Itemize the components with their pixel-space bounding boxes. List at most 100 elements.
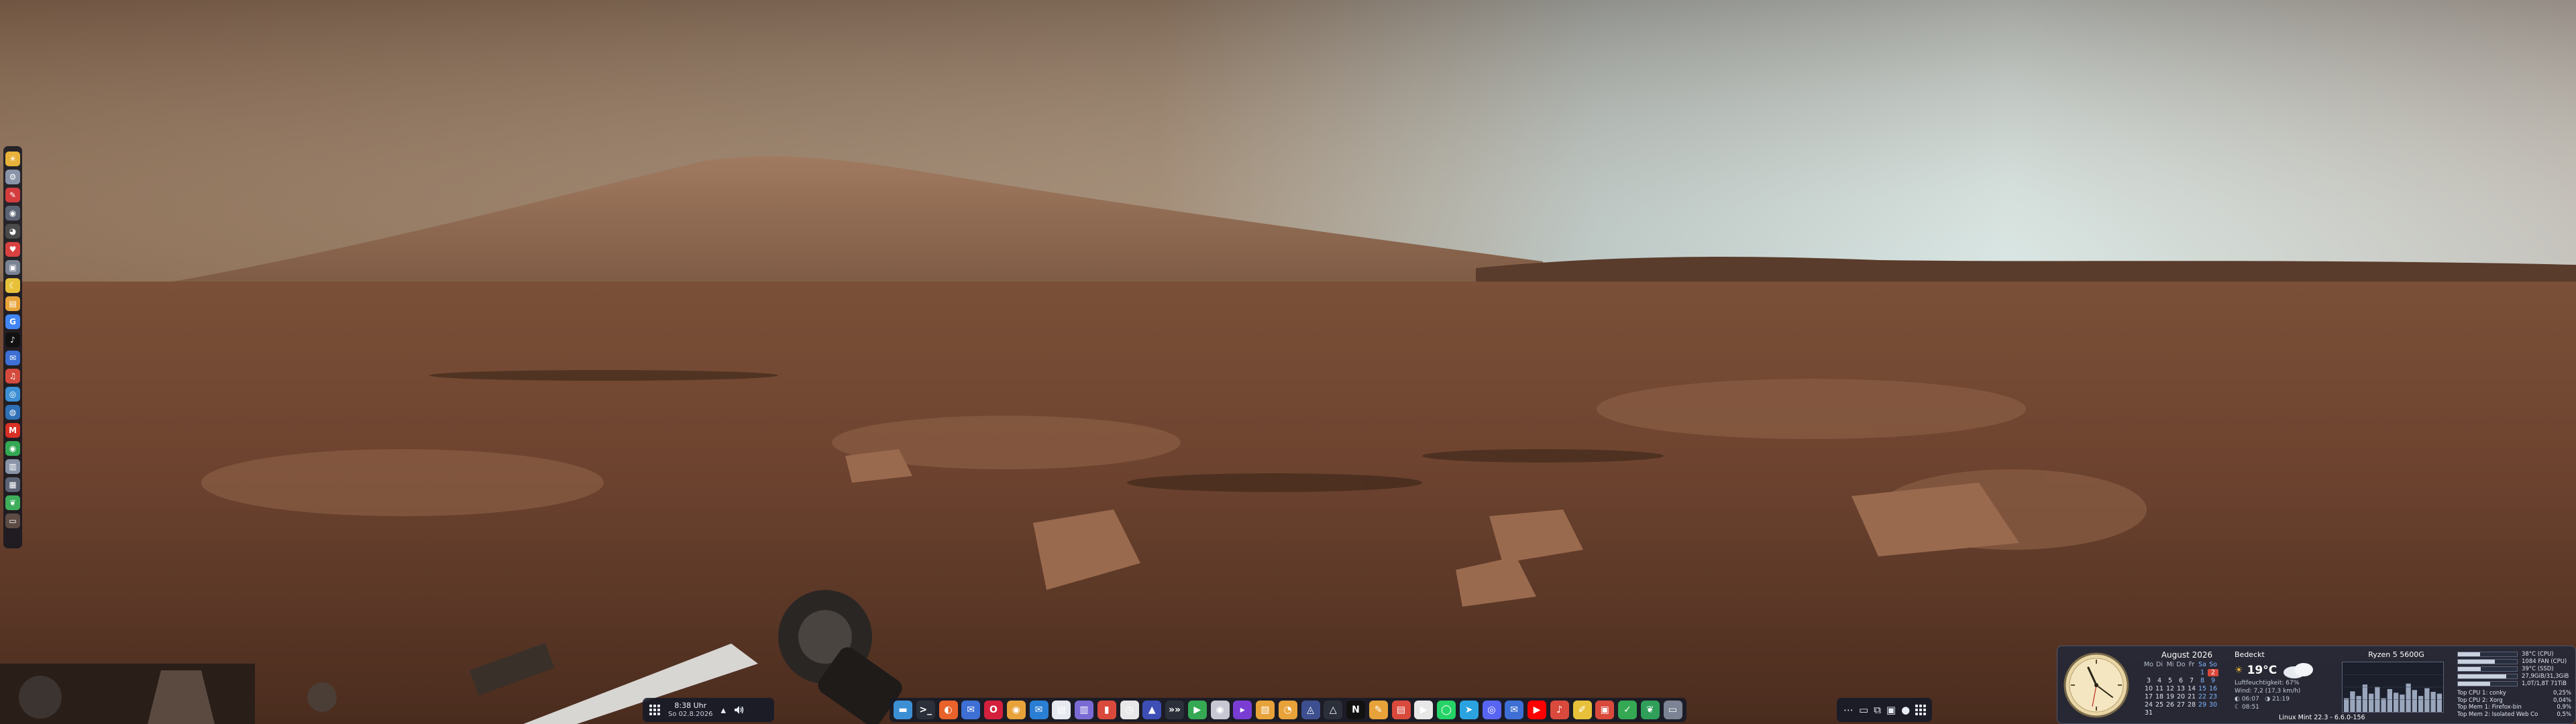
calendar-day[interactable] <box>2154 709 2165 717</box>
calendar-day[interactable] <box>2176 709 2186 717</box>
eye-icon[interactable]: ◉ <box>5 206 20 221</box>
calendar-day[interactable]: 17 <box>2143 693 2154 701</box>
play-store-icon[interactable]: ▶ <box>1187 701 1207 719</box>
browser-icon[interactable]: ◎ <box>5 387 20 402</box>
chrome-icon[interactable]: ◉ <box>1006 701 1026 719</box>
calendar-day[interactable]: 4 <box>2154 677 2165 684</box>
calendar-day[interactable]: 28 <box>2186 701 2197 709</box>
moon-icon[interactable]: ☾ <box>5 278 20 293</box>
calendar-day[interactable]: 24 <box>2143 701 2154 709</box>
calendar-day[interactable]: 22 <box>2197 693 2208 701</box>
leaf-icon[interactable]: ❦ <box>5 495 20 510</box>
video-icon[interactable]: ▶ <box>1414 701 1434 719</box>
youtube-icon[interactable]: ▶ <box>1527 701 1546 719</box>
calendar-day[interactable]: 19 <box>2165 693 2176 701</box>
calendar-day[interactable]: 30 <box>2208 701 2218 709</box>
triangle-icon[interactable]: △ <box>1324 701 1343 719</box>
reader-icon[interactable]: ▤ <box>1391 701 1411 719</box>
trash-icon[interactable]: ▭ <box>5 514 20 528</box>
chevron-up-icon[interactable]: ▴ <box>721 704 727 716</box>
calendar-day[interactable]: 15 <box>2197 685 2208 692</box>
server-icon[interactable]: ▦ <box>5 477 20 492</box>
app-red-icon[interactable]: ▮ <box>1097 701 1116 719</box>
calendar-day[interactable]: 10 <box>2143 685 2154 692</box>
media-icon[interactable]: ▸ <box>1233 701 1252 719</box>
more-icon[interactable]: ⋯ <box>1843 704 1854 716</box>
calendar-day[interactable]: 31 <box>2143 709 2154 717</box>
document-icon[interactable]: ▤ <box>1052 701 1071 719</box>
document-icon[interactable]: ▥ <box>5 459 20 474</box>
calendar-day[interactable]: 14 <box>2186 685 2197 692</box>
calendar-day[interactable] <box>2176 669 2186 676</box>
calendar-day[interactable] <box>2165 709 2176 717</box>
pencil-icon[interactable]: ✎ <box>1368 701 1388 719</box>
pen-icon[interactable]: ✎ <box>5 188 20 202</box>
player-icon[interactable]: ◉ <box>1210 701 1230 719</box>
speaker-icon[interactable]: ♪ <box>1550 701 1569 719</box>
notes-icon[interactable]: ▥ <box>1075 701 1093 719</box>
volume-icon[interactable] <box>734 705 745 715</box>
audio-icon[interactable]: ♫ <box>5 369 20 383</box>
power-icon[interactable]: ● <box>1901 704 1910 716</box>
calendar-day[interactable]: 23 <box>2208 693 2218 701</box>
calendar-day[interactable] <box>2154 669 2165 676</box>
calendar-day[interactable] <box>2186 709 2197 717</box>
window-list-icon[interactable]: ▭ <box>1859 704 1868 716</box>
whatsapp-icon[interactable]: ◯ <box>1437 701 1456 719</box>
calendar-day[interactable]: 2 <box>2208 669 2218 676</box>
discord-icon[interactable]: ◎ <box>1482 701 1501 719</box>
firefox-icon[interactable]: ◐ <box>938 701 958 719</box>
calendar-day[interactable]: 13 <box>2176 685 2186 692</box>
calendar-day[interactable]: 3 <box>2143 677 2154 684</box>
calendar-day[interactable]: 6 <box>2176 677 2186 684</box>
network-tree-icon[interactable]: ⧉ <box>1874 704 1881 716</box>
gmail-icon[interactable]: M <box>5 423 20 438</box>
calendar-day[interactable] <box>2197 709 2208 717</box>
pie-icon[interactable]: ◕ <box>5 224 20 239</box>
calendar-day[interactable]: 7 <box>2186 677 2197 684</box>
pen-tool-icon[interactable]: ✐ <box>1572 701 1592 719</box>
heart-icon[interactable]: ♥ <box>5 242 20 257</box>
calendar-day[interactable] <box>2186 669 2197 676</box>
apps-grid-icon[interactable] <box>1915 705 1927 715</box>
calendar-day[interactable] <box>2143 669 2154 676</box>
terminal-icon[interactable]: >_ <box>916 701 935 719</box>
calendar-day[interactable] <box>2165 669 2176 676</box>
opera-icon[interactable]: O <box>984 701 1003 719</box>
update-icon[interactable]: ◔ <box>1278 701 1297 719</box>
gift-icon[interactable]: ▣ <box>1595 701 1615 719</box>
taskbar-clock[interactable]: 8:38 Uhr So 02.8.2026 <box>668 701 713 719</box>
calendar-day[interactable]: 16 <box>2208 685 2218 692</box>
calendar-day[interactable]: 9 <box>2208 677 2218 684</box>
window-icon[interactable]: ▭ <box>1663 701 1682 719</box>
display-icon[interactable]: ▣ <box>5 260 20 275</box>
email-client-icon[interactable]: ✉ <box>961 701 981 719</box>
vpn-icon[interactable]: ▲ <box>1142 701 1162 719</box>
settings-gear-icon[interactable]: ⚙ <box>5 170 20 184</box>
calendar-day[interactable]: 18 <box>2154 693 2165 701</box>
check-icon[interactable]: ✓ <box>1618 701 1637 719</box>
mailbox-icon[interactable]: ✉ <box>1505 701 1524 719</box>
file-icon[interactable]: ▤ <box>5 296 20 311</box>
calendar-day[interactable]: 12 <box>2165 685 2176 692</box>
telegram-icon[interactable]: ➤ <box>1459 701 1479 719</box>
clock-icon[interactable]: ◷ <box>1120 701 1139 719</box>
display-icon[interactable]: ▣ <box>1886 704 1896 716</box>
calendar-day[interactable]: 5 <box>2165 677 2176 684</box>
calendar-day[interactable]: 29 <box>2197 701 2208 709</box>
network-icon[interactable]: ◬ <box>1301 701 1320 719</box>
apps-grid-icon[interactable] <box>649 705 660 715</box>
netflix-icon[interactable]: N <box>1346 701 1365 719</box>
mail-icon[interactable]: ✉ <box>1029 701 1049 719</box>
google-icon[interactable]: G <box>5 314 20 329</box>
calendar-day[interactable]: 1 <box>2197 669 2208 676</box>
sun-icon[interactable]: ☀ <box>5 152 20 166</box>
chrome-icon[interactable]: ◉ <box>5 441 20 456</box>
arrows-icon[interactable]: »» <box>1165 701 1184 719</box>
globe-icon[interactable]: ◍ <box>5 405 20 420</box>
calendar-day[interactable]: 25 <box>2154 701 2165 709</box>
mail-icon[interactable]: ✉ <box>5 351 20 365</box>
calendar-day[interactable]: 26 <box>2165 701 2176 709</box>
leaf-icon[interactable]: ❦ <box>1640 701 1660 719</box>
calendar-day[interactable]: 11 <box>2154 685 2165 692</box>
